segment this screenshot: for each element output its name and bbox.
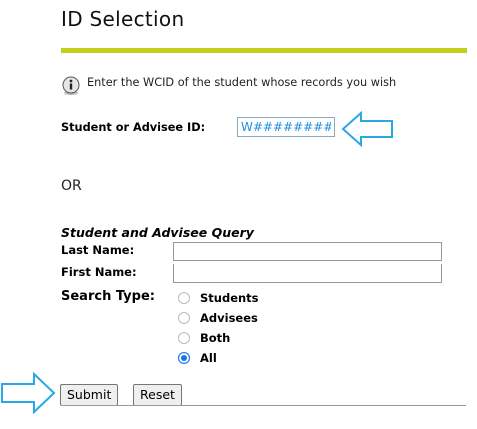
left-arrow-annotation-icon [341,110,393,148]
student-id-input[interactable] [237,117,335,137]
info-instruction-text: Enter the WCID of the student whose reco… [87,76,397,89]
radio-students[interactable] [178,292,190,304]
radio-all[interactable] [178,352,190,364]
page-title: ID Selection [61,7,185,31]
or-separator: OR [61,178,82,194]
radio-both-label[interactable]: Both [200,331,230,345]
last-name-input[interactable] [173,242,442,261]
radio-advisees[interactable] [178,312,190,324]
right-arrow-annotation-icon [1,371,56,415]
radio-all-label[interactable]: All [200,351,217,365]
first-name-label: First Name: [61,265,137,279]
last-name-label: Last Name: [61,243,135,257]
search-type-label: Search Type: [61,289,155,304]
submit-button[interactable]: Submit [60,384,119,406]
radio-advisees-label[interactable]: Advisees [200,311,258,325]
title-underline [61,48,467,53]
radio-both[interactable] [178,332,190,344]
info-icon [62,76,80,95]
bottom-divider [61,405,466,406]
student-id-label: Student or Advisee ID: [61,121,206,134]
query-section-title: Student and Advisee Query [61,225,254,240]
radio-students-label[interactable]: Students [200,291,259,305]
first-name-input[interactable] [173,264,442,283]
reset-button[interactable]: Reset [133,384,182,406]
